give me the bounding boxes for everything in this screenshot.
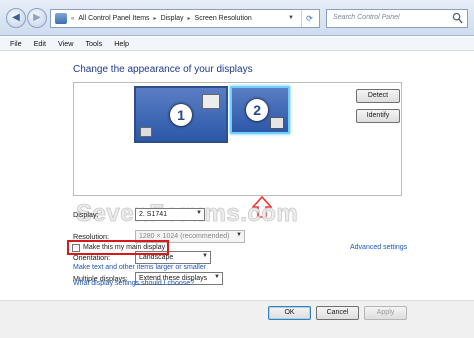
search-placeholder: Search Control Panel xyxy=(333,14,400,21)
chevron-down-icon: ▼ xyxy=(202,253,208,259)
back-button[interactable]: ◀ xyxy=(6,8,26,28)
identify-button[interactable]: Identify xyxy=(356,109,400,123)
breadcrumb-all-items[interactable]: All Control Panel Items xyxy=(78,15,149,22)
apply-button[interactable]: Apply xyxy=(364,306,407,320)
advanced-settings-link[interactable]: Advanced settings xyxy=(350,244,407,251)
breadcrumb-screen-resolution[interactable]: Screen Resolution xyxy=(195,15,252,22)
address-toolbar: ◀ ▶ « All Control Panel Items ▸ Display … xyxy=(0,0,474,36)
display-settings-help-link[interactable]: What display settings should I choose? xyxy=(73,280,194,287)
monitor-2-number: 2 xyxy=(246,99,269,121)
menu-tools[interactable]: Tools xyxy=(85,39,102,48)
refresh-icon[interactable]: ⟳ xyxy=(301,10,317,27)
control-panel-icon xyxy=(55,13,67,24)
window-thumbnail-icon xyxy=(202,94,220,109)
main-display-label[interactable]: Make this my main display xyxy=(83,244,165,251)
cancel-button[interactable]: Cancel xyxy=(316,306,359,320)
forward-button[interactable]: ▶ xyxy=(27,8,47,28)
search-input[interactable]: Search Control Panel xyxy=(326,9,468,28)
menu-view[interactable]: View xyxy=(58,39,73,48)
display-label: Display: xyxy=(73,210,99,219)
window-thumbnail-icon xyxy=(140,127,152,137)
search-icon xyxy=(452,12,463,24)
monitor-1[interactable]: 1 xyxy=(134,86,228,143)
content-area: Change the appearance of your displays 1… xyxy=(0,52,474,300)
address-bar[interactable]: « All Control Panel Items ▸ Display ▸ Sc… xyxy=(50,9,320,28)
text-size-link[interactable]: Make text and other items larger or smal… xyxy=(73,264,206,271)
monitor-arrangement-panel: 1 2 Detect Identify xyxy=(73,82,402,196)
chevron-down-icon: ▼ xyxy=(236,232,242,238)
menu-file[interactable]: File xyxy=(10,39,22,48)
breadcrumb-display[interactable]: Display xyxy=(161,15,184,22)
main-display-checkbox[interactable] xyxy=(72,243,80,252)
menu-edit[interactable]: Edit xyxy=(34,39,46,48)
breadcrumb-separator[interactable]: ▸ xyxy=(188,15,191,22)
window-thumbnail-icon xyxy=(270,117,284,129)
chevron-down-icon: ▼ xyxy=(214,274,220,280)
breadcrumb-separator: « xyxy=(71,15,75,22)
chevron-down-icon: ▼ xyxy=(196,210,202,216)
monitor-1-number: 1 xyxy=(170,103,192,126)
menu-bar: File Edit View Tools Help xyxy=(0,37,474,51)
dialog-footer: OK Cancel Apply xyxy=(0,300,474,338)
monitor-2-selected[interactable]: 2 xyxy=(230,86,290,134)
display-row: Display: 2. S1741 ▼ xyxy=(73,208,205,221)
address-dropdown-icon[interactable]: ▼ xyxy=(285,10,297,27)
main-display-highlight: Make this my main display xyxy=(67,240,169,255)
breadcrumb-separator[interactable]: ▸ xyxy=(154,15,157,22)
page-title: Change the appearance of your displays xyxy=(73,64,253,75)
ok-button[interactable]: OK xyxy=(268,306,311,320)
menu-help[interactable]: Help xyxy=(114,39,129,48)
display-select[interactable]: 2. S1741 ▼ xyxy=(135,208,205,221)
detect-button[interactable]: Detect xyxy=(356,89,400,103)
